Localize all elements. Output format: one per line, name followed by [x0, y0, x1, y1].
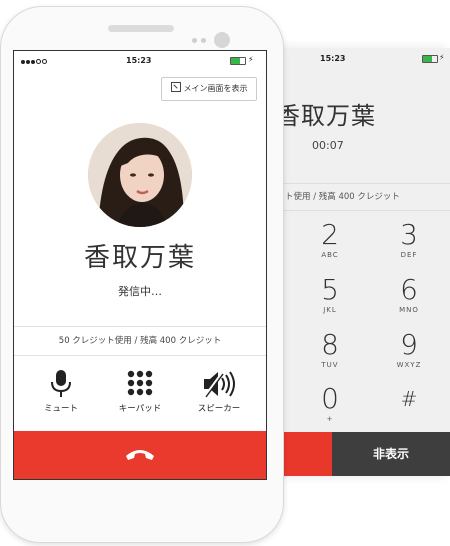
key-5[interactable]: 5 JKL [300, 273, 360, 315]
key-digit: 0 [321, 382, 339, 415]
speaker-button[interactable]: スピーカー [184, 369, 254, 414]
call-status: 発信中… [118, 285, 162, 298]
key-8[interactable]: 8 TUV [300, 328, 360, 370]
key-digit: 5 [321, 273, 339, 306]
microphone-icon [26, 369, 96, 399]
key-digit: 3 [400, 218, 418, 251]
key-digit: 6 [400, 273, 418, 306]
key-hash[interactable]: # [379, 384, 439, 415]
speaker-icon [184, 369, 254, 399]
battery-icon [230, 57, 246, 65]
speaker-label: スピーカー [197, 404, 241, 414]
hide-keypad-button[interactable]: 非表示 [332, 432, 450, 476]
hang-up-icon [126, 450, 154, 460]
show-main-screen-button[interactable]: メイン画面を表示 [161, 77, 257, 101]
earpiece [108, 25, 174, 32]
keypad-screen: 15:23 ⚡ 香取万葉 00:07 ジット使用 / 残高 400 クレジット … [262, 48, 450, 476]
mute-label: ミュート [43, 404, 78, 414]
battery-icon [422, 55, 438, 63]
signal-icon [21, 57, 48, 66]
status-time: 15:23 [126, 56, 152, 65]
status-time: 15:23 [320, 54, 346, 63]
show-main-screen-label: メイン画面を表示 [183, 84, 248, 93]
key-6[interactable]: 6 MNO [379, 273, 439, 315]
key-letters: MNO [399, 306, 419, 314]
status-bar: 15:23 ⚡ [14, 51, 266, 69]
avatar [88, 123, 192, 227]
key-digit: 9 [400, 328, 418, 361]
mute-button[interactable]: ミュート [26, 369, 96, 414]
key-0[interactable]: 0 + [300, 382, 360, 424]
keypad-label: キーパッド [118, 404, 162, 414]
key-letters: ABC [321, 251, 339, 259]
calling-screen: 15:23 ⚡ メイン画面を表示 香取万葉 発信中… 50 クレジット使用 / … [13, 50, 267, 480]
credit-text: ジット使用 / 残高 400 クレジット [268, 192, 400, 202]
key-digit: 2 [321, 218, 339, 251]
credit-info: 50 クレジット使用 / 残高 400 クレジット [14, 326, 266, 356]
keypad-button[interactable]: キーパッド [105, 369, 175, 414]
key-letters: TUV [321, 361, 339, 369]
key-letters: DEF [400, 251, 418, 259]
charging-icon: ⚡ [439, 53, 445, 62]
key-letters: JKL [323, 306, 337, 314]
contact-name: 香取万葉 [83, 243, 196, 273]
credit-info: ジット使用 / 残高 400 クレジット [262, 183, 450, 211]
front-camera [214, 32, 230, 48]
call-duration: 00:07 [312, 139, 344, 152]
end-call-button[interactable] [14, 431, 266, 479]
status-bar: 15:23 ⚡ [262, 48, 450, 68]
key-letters: WXYZ [396, 361, 422, 369]
minimize-icon [170, 82, 181, 92]
key-digit: 8 [321, 328, 339, 361]
contact-name: 香取万葉 [276, 102, 376, 130]
key-3[interactable]: 3 DEF [379, 218, 439, 260]
key-2[interactable]: 2 ABC [300, 218, 360, 260]
key-9[interactable]: 9 WXYZ [379, 328, 439, 370]
charging-icon: ⚡ [248, 55, 254, 64]
key-digit: # [400, 387, 418, 411]
key-letters: + [326, 415, 334, 423]
sensor-dot [192, 38, 197, 43]
dialpad-icon [105, 369, 175, 399]
sensor-dot [201, 38, 206, 43]
